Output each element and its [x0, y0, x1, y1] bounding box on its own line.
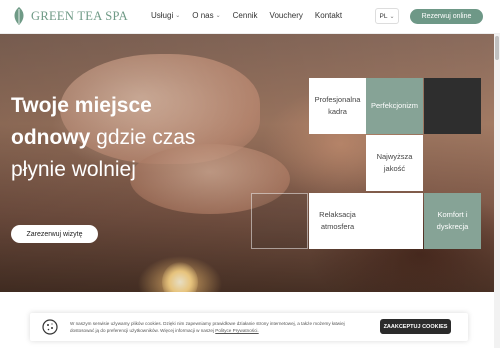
hero-title-line3: płynie wolniej [11, 158, 136, 181]
logo[interactable]: GREEN TEA SPA [11, 6, 128, 26]
cookie-icon [42, 319, 58, 335]
book-visit-button[interactable]: Zarezerwuj wizytę [11, 225, 98, 243]
language-select[interactable]: PL ⌄ [375, 8, 399, 24]
nav-item-cennik[interactable]: Cennik [233, 11, 258, 20]
feature-tile-highest-quality: Najwyższa jakość [366, 135, 423, 191]
cookie-message: W naszym serwisie używamy plików cookies… [70, 321, 345, 333]
feature-tile-dark-decor [424, 78, 481, 134]
feature-tile-blank [366, 193, 423, 249]
nav-item-kontakt[interactable]: Kontakt [315, 11, 342, 20]
book-online-button[interactable]: Rezerwuj online [410, 9, 483, 24]
nav-item-vouchery[interactable]: Vouchery [270, 11, 303, 20]
feature-tile-outline-decor [251, 193, 308, 249]
leaf-logo-icon [14, 7, 24, 25]
site-header: GREEN TEA SPA Usługi ⌄ O nas ⌄ Cennik Vouc… [0, 0, 500, 34]
hero-title: Twoje miejsce odnowy gdzie czas płynie w… [11, 90, 251, 186]
chevron-down-icon: ⌄ [389, 13, 395, 20]
hero-section: Twoje miejsce odnowy gdzie czas płynie w… [0, 34, 500, 292]
nav-label: Cennik [232, 11, 258, 20]
feature-tile-comfort-discretion: Komfort i dyskrecja [424, 193, 481, 249]
feature-tile-professional-staff: Profesjonalna kadra [309, 78, 366, 134]
hero-title-bold: odnowy [11, 126, 91, 149]
scrollbar-thumb[interactable] [495, 36, 499, 60]
language-label: PL [379, 12, 388, 20]
logo-text: GREEN TEA SPA [31, 8, 128, 23]
nav-label: Vouchery [269, 11, 303, 20]
feature-tile-perfectionism: Perfekcjonizm [366, 78, 423, 134]
cookie-text: W naszym serwisie używamy plików cookies… [70, 320, 370, 334]
chevron-down-icon: ⌄ [215, 13, 221, 19]
accept-cookies-button[interactable]: ZAAKCEPTUJ COOKIES [380, 319, 451, 334]
cookie-banner: W naszym serwisie używamy plików cookies… [30, 313, 468, 341]
main-nav: Usługi ⌄ O nas ⌄ Cennik Vouchery Kontakt [151, 11, 354, 20]
nav-label: Kontakt [314, 11, 343, 20]
nav-item-o-nas[interactable]: O nas ⌄ [192, 11, 220, 20]
chevron-down-icon: ⌄ [175, 13, 181, 19]
hero-title-line1: Twoje miejsce [11, 94, 152, 117]
feature-tile-relaxing-atmosphere: Relaksacja atmosfera [309, 193, 366, 249]
hero-title-line2: gdzie czas [90, 126, 196, 149]
nav-label: Usługi [151, 11, 174, 20]
page-scrollbar[interactable] [494, 34, 500, 348]
privacy-policy-link[interactable]: Polityce Prywatności. [215, 328, 258, 333]
nav-label: O nas [192, 11, 214, 20]
nav-item-uslugi[interactable]: Usługi ⌄ [151, 11, 180, 20]
